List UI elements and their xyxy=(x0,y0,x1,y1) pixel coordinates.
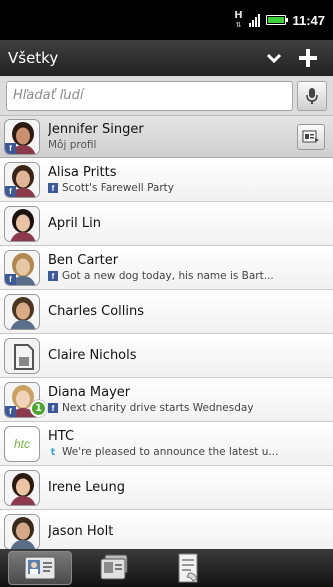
microphone-icon xyxy=(306,87,318,104)
status-bar: H ⇅ 11:47 xyxy=(0,0,333,40)
htc-logo: htc xyxy=(13,436,30,451)
contact-name: Irene Leung xyxy=(48,480,126,495)
send-contact-card-button[interactable] xyxy=(297,123,325,150)
facebook-icon: f xyxy=(48,183,58,193)
contact-card-icon xyxy=(24,556,56,580)
status-update: We're pleased to announce the latest u..… xyxy=(62,446,279,458)
search-input[interactable]: Hľadať ľudí xyxy=(6,80,293,111)
group-cards-icon xyxy=(100,554,128,580)
facebook-icon: f xyxy=(48,403,58,413)
chevron-down-icon[interactable] xyxy=(257,43,291,73)
signal-strength-icon xyxy=(249,13,261,27)
contact-name: Charles Collins xyxy=(48,304,145,319)
contact-row[interactable]: Irene Leung xyxy=(0,466,333,510)
groups-tab[interactable] xyxy=(82,551,146,585)
contact-avatar: f xyxy=(4,249,40,286)
contact-name: Jason Holt xyxy=(48,524,114,539)
contact-row[interactable]: Jason Holt xyxy=(0,510,333,549)
contact-list[interactable]: f Jennifer Singer Môj profil f Alisa Pritts f… xyxy=(0,116,333,549)
facebook-icon: f xyxy=(5,142,16,154)
filter-title[interactable]: Všetky xyxy=(8,49,257,67)
contact-name: Claire Nichols xyxy=(48,348,137,363)
contact-name: Alisa Pritts xyxy=(48,165,117,180)
facebook-icon: f xyxy=(5,405,16,417)
microphone-button[interactable] xyxy=(297,80,327,111)
contact-name: April Lin xyxy=(48,216,101,231)
contact-avatar xyxy=(4,205,40,242)
people-tab[interactable] xyxy=(8,551,72,585)
contact-avatar: htc xyxy=(4,425,40,462)
network-type-label: H xyxy=(234,9,243,21)
call-log-icon xyxy=(178,553,198,583)
contact-avatar xyxy=(4,513,40,549)
contact-avatar xyxy=(4,337,40,374)
update-count-badge: 1 xyxy=(30,400,47,417)
facebook-icon: f xyxy=(5,185,16,197)
battery-icon xyxy=(266,15,289,25)
contact-row[interactable]: f Ben Carter f Got a new dog today, his nam… xyxy=(0,246,333,290)
contact-row[interactable]: f 1 Diana Mayer f Next charity drive starts … xyxy=(0,378,333,422)
contact-row[interactable]: Charles Collins xyxy=(0,290,333,334)
status-update: Got a new dog today, his name is Bart... xyxy=(62,270,274,282)
contact-avatar: f xyxy=(4,161,40,198)
header-bar: Všetky xyxy=(0,40,333,76)
contact-row[interactable]: htc HTC t We're pleased to announce the lat… xyxy=(0,422,333,466)
facebook-icon: f xyxy=(5,273,16,285)
facebook-icon: f xyxy=(48,271,58,281)
network-type-icon: H ⇅ xyxy=(234,9,243,29)
twitter-icon: t xyxy=(50,446,56,458)
contact-avatar xyxy=(4,293,40,330)
clock: 11:47 xyxy=(292,12,325,28)
contact-name: Ben Carter xyxy=(48,253,119,268)
contact-name: Jennifer Singer xyxy=(48,122,144,137)
contact-card-share-icon xyxy=(302,130,319,142)
status-update: Scott's Farewell Party xyxy=(62,182,175,194)
contact-name: Diana Mayer xyxy=(48,385,131,400)
status-update: Next charity drive starts Wednesday xyxy=(62,402,254,414)
contact-row[interactable]: April Lin xyxy=(0,202,333,246)
bottom-tab-bar xyxy=(0,549,333,587)
search-bar: Hľadať ľudí xyxy=(0,76,333,116)
add-contact-button[interactable] xyxy=(291,43,325,73)
sim-card-icon xyxy=(5,338,39,373)
contact-row[interactable]: Claire Nichols xyxy=(0,334,333,378)
my-profile-row[interactable]: f Jennifer Singer Môj profil xyxy=(0,116,333,158)
contact-name: HTC xyxy=(48,429,75,444)
contact-row[interactable]: f Alisa Pritts f Scott's Farewell Party xyxy=(0,158,333,202)
profile-label: Môj profil xyxy=(48,139,97,151)
contact-avatar: f xyxy=(4,118,40,155)
contact-avatar xyxy=(4,469,40,506)
call-history-tab[interactable] xyxy=(156,551,220,585)
